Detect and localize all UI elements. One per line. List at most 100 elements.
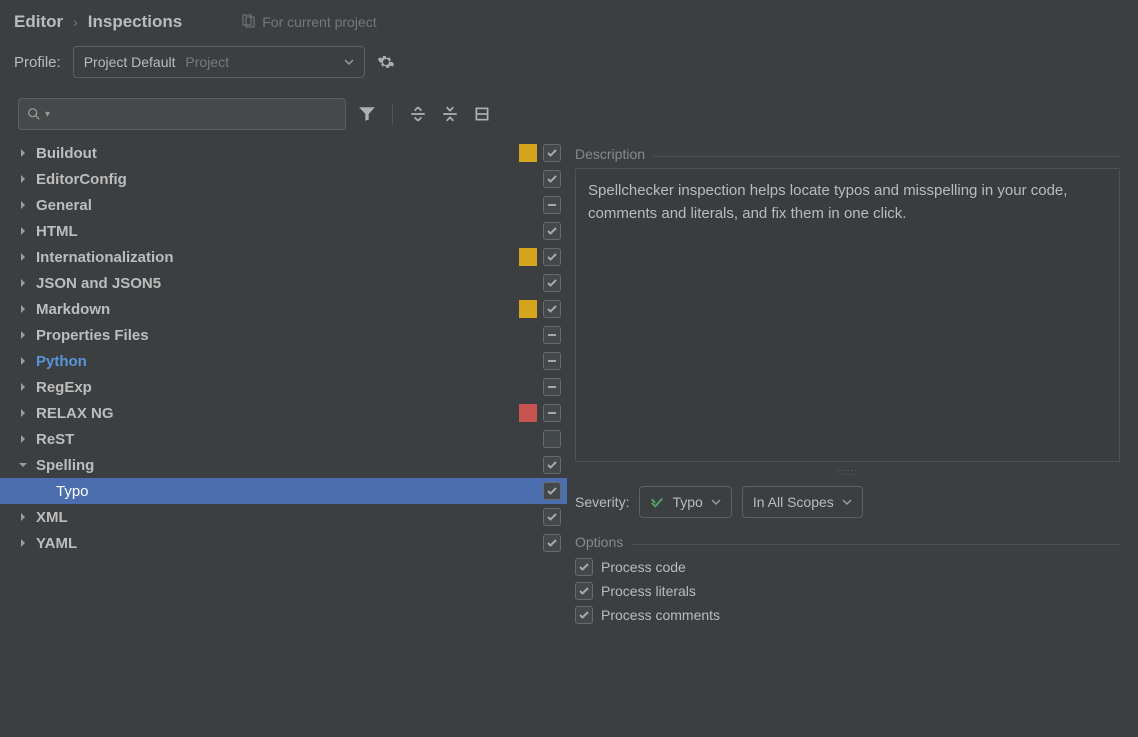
option-row: Process code xyxy=(575,558,1120,576)
chevron-right-icon[interactable] xyxy=(16,382,30,392)
collapse-all-icon[interactable] xyxy=(439,103,461,125)
tree-category[interactable]: YAML xyxy=(0,530,567,556)
breadcrumb-inspections[interactable]: Inspections xyxy=(88,12,182,32)
toolbar-separator xyxy=(392,104,393,124)
inspection-checkbox[interactable] xyxy=(543,170,561,188)
tree-category-label: XML xyxy=(36,509,68,526)
inspection-checkbox[interactable] xyxy=(543,430,561,448)
tree-category[interactable]: Python xyxy=(0,348,567,374)
typo-severity-icon xyxy=(650,495,664,509)
tree-category[interactable]: Buildout xyxy=(0,140,567,166)
tree-category[interactable]: General xyxy=(0,192,567,218)
filter-icon[interactable] xyxy=(356,103,378,125)
reset-icon[interactable] xyxy=(471,103,493,125)
chevron-right-icon[interactable] xyxy=(16,356,30,366)
search-input[interactable]: ▾ xyxy=(18,98,346,130)
inspection-checkbox[interactable] xyxy=(543,378,561,396)
inspection-checkbox[interactable] xyxy=(543,300,561,318)
severity-combo[interactable]: Typo xyxy=(639,486,731,518)
tree-item-label: Typo xyxy=(56,483,89,500)
inspection-checkbox[interactable] xyxy=(543,456,561,474)
inspection-checkbox[interactable] xyxy=(575,558,593,576)
chevron-right-icon[interactable] xyxy=(16,330,30,340)
scope-label: For current project xyxy=(262,14,376,30)
tree-row-tail xyxy=(543,378,561,396)
inspection-checkbox[interactable] xyxy=(543,326,561,344)
inspection-checkbox[interactable] xyxy=(543,144,561,162)
breadcrumb-editor[interactable]: Editor xyxy=(14,12,63,32)
profile-value: Project Default xyxy=(84,54,176,70)
chevron-right-icon[interactable] xyxy=(16,538,30,548)
inspections-tree[interactable]: Buildout EditorConfig GeneralHTMLInternati… xyxy=(0,136,567,737)
description-title: Description xyxy=(575,146,653,162)
tree-category[interactable]: ReST xyxy=(0,426,567,452)
warning-severity-icon xyxy=(519,144,537,162)
resize-grip[interactable]: :::::: xyxy=(575,466,1120,478)
chevron-right-icon[interactable] xyxy=(16,252,30,262)
tree-category-label: Markdown xyxy=(36,301,110,318)
tree-category[interactable]: Internationalization xyxy=(0,244,567,270)
inspection-checkbox[interactable] xyxy=(543,196,561,214)
inspection-checkbox[interactable] xyxy=(543,482,561,500)
tree-category[interactable]: RegExp xyxy=(0,374,567,400)
tree-category[interactable]: XML xyxy=(0,504,567,530)
options-fieldset: Options xyxy=(575,534,1120,550)
tree-item[interactable]: Typo xyxy=(0,478,567,504)
scope-combo[interactable]: In All Scopes xyxy=(742,486,863,518)
tree-category[interactable]: Spelling xyxy=(0,452,567,478)
chevron-right-icon[interactable] xyxy=(16,278,30,288)
scope-indicator: For current project xyxy=(242,14,376,31)
severity-label: Severity: xyxy=(575,494,629,510)
chevron-right-icon[interactable] xyxy=(16,226,30,236)
inspection-checkbox[interactable] xyxy=(543,534,561,552)
tree-row-tail xyxy=(543,430,561,448)
chevron-right-icon[interactable] xyxy=(16,512,30,522)
tree-row-tail xyxy=(543,534,561,552)
tree-category[interactable]: JSON and JSON5 xyxy=(0,270,567,296)
main-split: Buildout EditorConfig GeneralHTMLInternati… xyxy=(0,136,1138,737)
chevron-right-icon[interactable] xyxy=(16,434,30,444)
gear-icon[interactable] xyxy=(377,53,395,71)
tree-row-tail xyxy=(543,274,561,292)
inspection-checkbox[interactable] xyxy=(575,606,593,624)
tree-row-tail xyxy=(543,196,561,214)
chevron-down-icon[interactable] xyxy=(16,460,30,470)
search-field[interactable] xyxy=(50,105,337,123)
tree-category[interactable]: HTML xyxy=(0,218,567,244)
chevron-right-icon[interactable] xyxy=(16,200,30,210)
description-fieldset: Description xyxy=(575,146,1120,162)
options-list: Process codeProcess literalsProcess comm… xyxy=(575,558,1120,624)
chevron-right-icon[interactable] xyxy=(16,174,30,184)
inspection-checkbox[interactable] xyxy=(543,352,561,370)
tree-category[interactable]: Markdown xyxy=(0,296,567,322)
inspection-checkbox[interactable] xyxy=(543,508,561,526)
tree-category-label: Python xyxy=(36,353,87,370)
chevron-down-icon xyxy=(711,497,721,507)
tree-row-tail xyxy=(543,170,561,188)
inspection-checkbox[interactable] xyxy=(543,222,561,240)
expand-all-icon[interactable] xyxy=(407,103,429,125)
profile-combo[interactable]: Project Default Project xyxy=(73,46,365,78)
chevron-right-icon: › xyxy=(73,14,78,30)
tree-category-label: Properties Files xyxy=(36,327,149,344)
tree-row-tail xyxy=(543,222,561,240)
tree-category-label: EditorConfig xyxy=(36,171,127,188)
chevron-right-icon[interactable] xyxy=(16,148,30,158)
inspection-checkbox[interactable] xyxy=(543,404,561,422)
chevron-right-icon[interactable] xyxy=(16,304,30,314)
inspection-checkbox[interactable] xyxy=(543,274,561,292)
description-text: Spellchecker inspection helps locate typ… xyxy=(575,168,1120,462)
inspection-checkbox[interactable] xyxy=(575,582,593,600)
chevron-right-icon[interactable] xyxy=(16,408,30,418)
option-row: Process literals xyxy=(575,582,1120,600)
tree-row-tail xyxy=(543,508,561,526)
severity-row: Severity: Typo In All Scopes xyxy=(575,486,1120,518)
tree-category-label: JSON and JSON5 xyxy=(36,275,161,292)
tree-category[interactable]: Properties Files xyxy=(0,322,567,348)
inspection-checkbox[interactable] xyxy=(543,248,561,266)
tree-category[interactable]: RELAX NG xyxy=(0,400,567,426)
chevron-down-icon xyxy=(842,497,852,507)
tree-category-label: ReST xyxy=(36,431,74,448)
tree-category[interactable]: EditorConfig xyxy=(0,166,567,192)
option-label: Process literals xyxy=(601,583,696,599)
